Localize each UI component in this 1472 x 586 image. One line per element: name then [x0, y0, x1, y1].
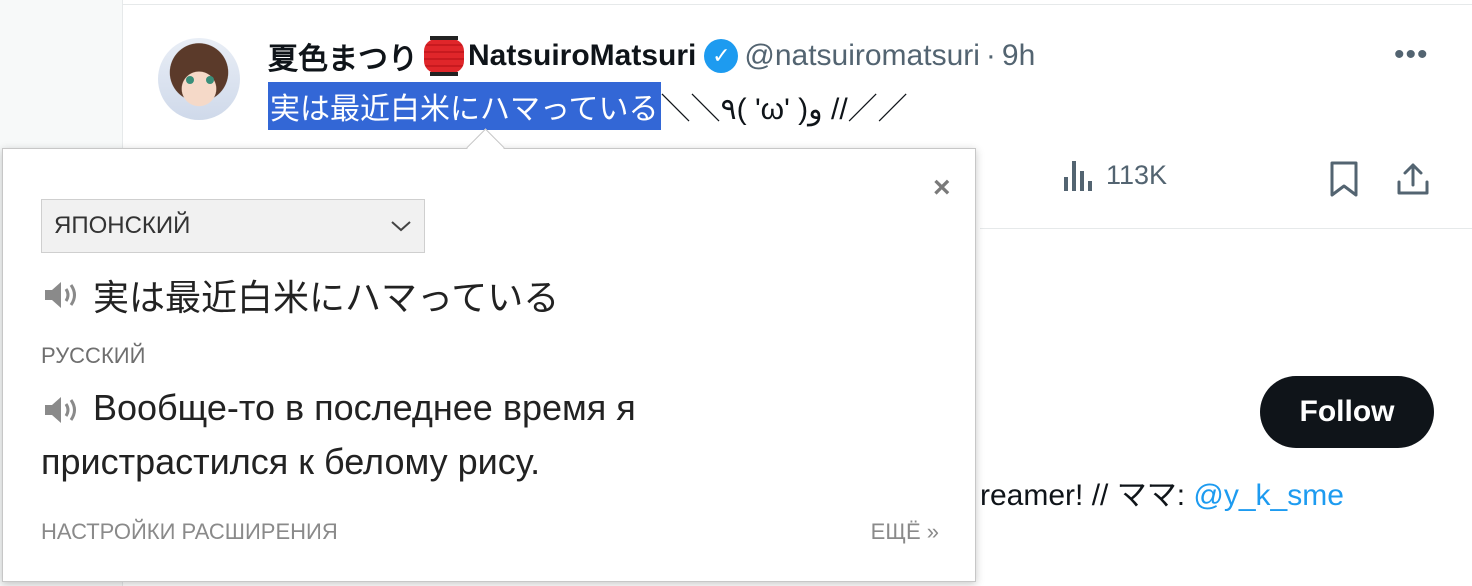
source-text-row: 実は最近白米にハマっている [41, 275, 559, 318]
selected-text[interactable]: 実は最近白米にハマっている [268, 82, 661, 130]
bookmark-icon[interactable] [1328, 160, 1360, 203]
verified-badge-icon: ✓ [704, 39, 739, 73]
avatar[interactable] [158, 38, 240, 120]
analytics-icon [1064, 160, 1092, 191]
close-button[interactable]: × [933, 171, 951, 205]
views-count: 113K [1106, 160, 1168, 190]
translation-text-block: Вообще-то в последнее время я пристрасти… [41, 381, 741, 489]
extension-settings-link[interactable]: НАСТРОЙКИ РАСШИРЕНИЯ [41, 519, 338, 545]
user-handle[interactable]: @natsuiromatsuri [744, 39, 980, 73]
tweet-text-rest: ＼＼٩( 'ω' )و //／／ [660, 93, 908, 126]
share-icon[interactable] [1394, 160, 1432, 203]
source-language-value: ЯПОНСКИЙ [54, 212, 191, 239]
source-language-select[interactable]: ЯПОНСКИЙ [41, 199, 425, 253]
avatar-eye [186, 76, 194, 84]
display-name[interactable]: 夏色まつり [268, 34, 418, 78]
target-language-label: РУССКИЙ [41, 343, 146, 368]
display-name-latin[interactable]: NatsuiroMatsuri [468, 39, 696, 73]
lantern-emoji-icon [424, 36, 464, 76]
bio-mention-link[interactable]: @y_k_sme [1193, 479, 1344, 512]
more-options-icon[interactable]: ••• [1394, 38, 1429, 72]
tweet-timestamp[interactable]: 9h [1002, 39, 1035, 73]
speaker-icon[interactable] [41, 393, 81, 427]
separator-dot: · [985, 39, 996, 72]
bio-text: reamer! // ママ: [980, 479, 1194, 512]
translation-text: Вообще-то в последнее время я пристрасти… [41, 387, 636, 482]
follow-button[interactable]: Follow [1260, 376, 1434, 448]
translator-popup: × ЯПОНСКИЙ 実は最近白米にハマっている РУССКИЙ Вообще-… [2, 148, 976, 582]
tweet-text: 実は最近白米にハマっている ＼＼٩( 'ω' )و //／／ [268, 82, 908, 130]
avatar-eye [206, 76, 214, 84]
divider [122, 4, 1472, 5]
source-text: 実は最近白米にハマっている [93, 277, 560, 318]
views-action[interactable]: 113K [1064, 160, 1167, 191]
profile-bio: reamer! // ママ: @y_k_sme [980, 470, 1344, 514]
chevron-down-icon [390, 212, 412, 240]
tweet-header: 夏色まつり NatsuiroMatsuri ✓ @natsuiromatsuri… [268, 34, 1035, 78]
more-link[interactable]: ЕЩЁ » [871, 519, 939, 545]
speaker-icon[interactable] [41, 278, 81, 312]
divider [980, 228, 1472, 229]
